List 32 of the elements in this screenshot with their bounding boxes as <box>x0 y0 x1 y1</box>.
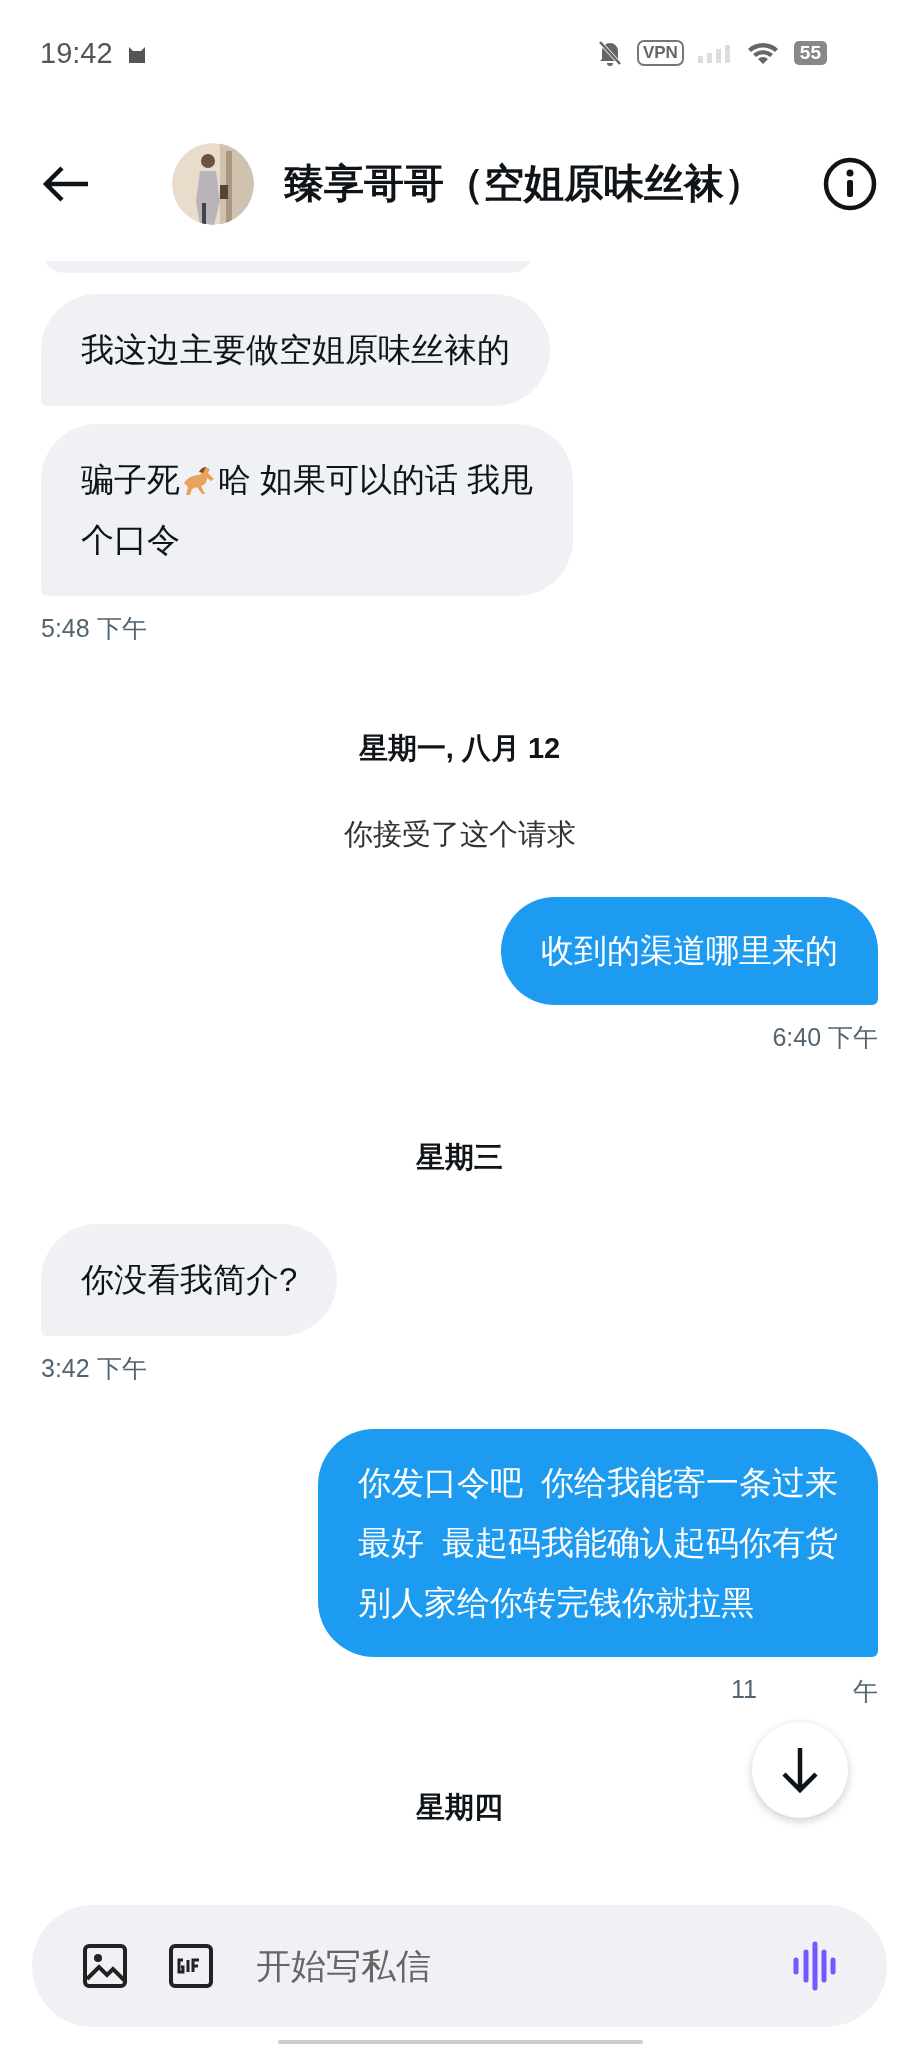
message-time: 3:42 下午 <box>41 1353 148 1384</box>
image-icon[interactable] <box>82 1943 128 1989</box>
down-arrow-icon <box>780 1746 820 1794</box>
scroll-down-button[interactable] <box>752 1722 848 1818</box>
date-divider: 星期四 <box>416 1790 503 1825</box>
message-time: 午 <box>853 1676 878 1707</box>
message-time: 6:40 下午 <box>772 1022 878 1053</box>
message-text: 别人家给你转完钱你就拉黑 <box>357 1584 754 1621</box>
bell-off-icon <box>596 39 623 67</box>
message-time: 5:48 下午 <box>41 613 148 644</box>
message-text: 骗子死 <box>81 461 180 498</box>
message-text: 收到的渠道哪里来的 <box>541 932 838 969</box>
back-icon[interactable] <box>42 163 90 204</box>
message-text: 个口令 <box>81 521 180 558</box>
message-text: 你发口令吧 你给我能寄一条过来 <box>357 1464 838 1501</box>
battery-icon: 55 <box>793 41 827 65</box>
status-time: 19:42 <box>40 36 113 70</box>
message-time: 11 <box>731 1675 757 1705</box>
info-icon[interactable] <box>823 156 877 211</box>
chat-title: 臻享哥哥（空姐原味丝袜） <box>284 160 764 207</box>
signal-icon <box>697 43 732 63</box>
message-text: 最好 最起码我能确认起码你有货 <box>357 1524 838 1561</box>
message-text: 你没看我简介? <box>81 1261 298 1298</box>
gif-icon[interactable] <box>168 1943 214 1989</box>
date-divider: 星期三 <box>416 1140 503 1175</box>
message-text: 哈 如果可以的话 我甩 <box>218 461 534 498</box>
vpn-badge: VPN <box>636 40 684 66</box>
message-text: 我这边主要做空姐原味丝袜的 <box>81 331 510 368</box>
system-notice: 你接受了这个请求 <box>343 817 576 852</box>
date-divider: 星期一, 八月 12 <box>358 731 561 766</box>
message-input[interactable]: 开始写私信 <box>254 1945 751 1987</box>
voice-icon[interactable] <box>791 1941 837 1991</box>
